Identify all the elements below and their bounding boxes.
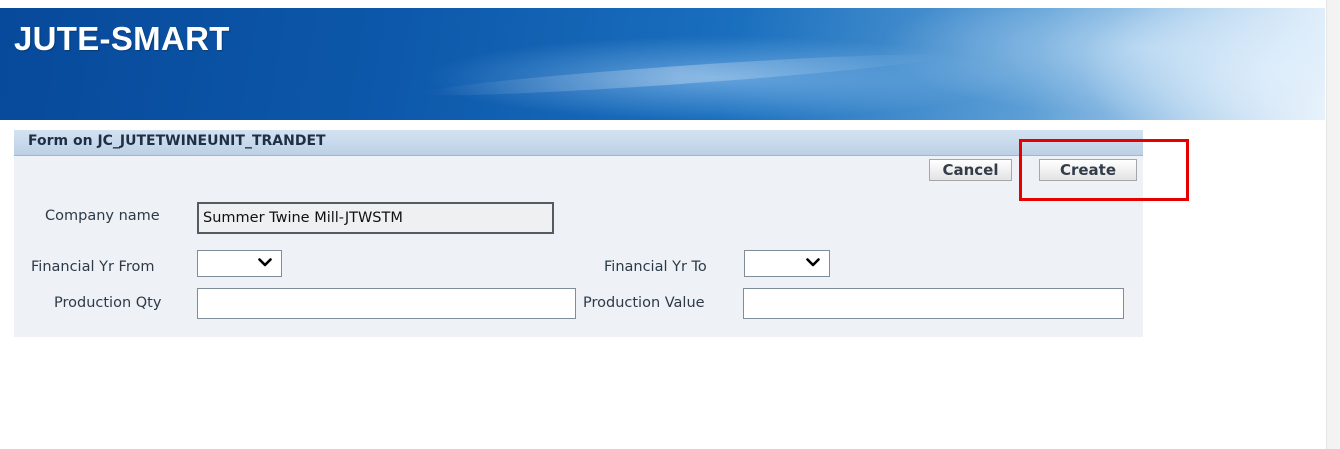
production-qty-input[interactable] bbox=[197, 288, 576, 319]
financial-yr-to-label: Financial Yr To bbox=[604, 259, 707, 275]
production-qty-label: Production Qty bbox=[54, 295, 162, 311]
banner-sheen bbox=[420, 47, 940, 103]
cancel-button[interactable]: Cancel bbox=[929, 159, 1012, 181]
company-name-field: Summer Twine Mill-JTWSTM bbox=[197, 202, 554, 234]
production-value-label: Production Value bbox=[583, 295, 705, 311]
create-button[interactable]: Create bbox=[1039, 159, 1137, 181]
form-region-header: Form on JC_JUTETWINEUNIT_TRANDET bbox=[14, 130, 1143, 156]
app-banner: JUTE-SMART bbox=[0, 8, 1325, 120]
financial-yr-from-label: Financial Yr From bbox=[31, 259, 155, 275]
chevron-down-icon bbox=[258, 258, 272, 267]
form-region-title: Form on JC_JUTETWINEUNIT_TRANDET bbox=[28, 133, 326, 149]
page: JUTE-SMART Form on JC_JUTETWINEUNIT_TRAN… bbox=[0, 0, 1340, 449]
financial-yr-from-select[interactable] bbox=[197, 250, 282, 277]
form-region: Form on JC_JUTETWINEUNIT_TRANDET Cancel … bbox=[14, 130, 1143, 337]
company-name-label: Company name bbox=[45, 208, 160, 224]
chevron-down-icon bbox=[806, 258, 820, 267]
page-scrollbar[interactable] bbox=[1326, 0, 1340, 449]
financial-yr-to-select[interactable] bbox=[744, 250, 830, 277]
production-value-input[interactable] bbox=[743, 288, 1124, 319]
app-title: JUTE-SMART bbox=[14, 20, 230, 57]
